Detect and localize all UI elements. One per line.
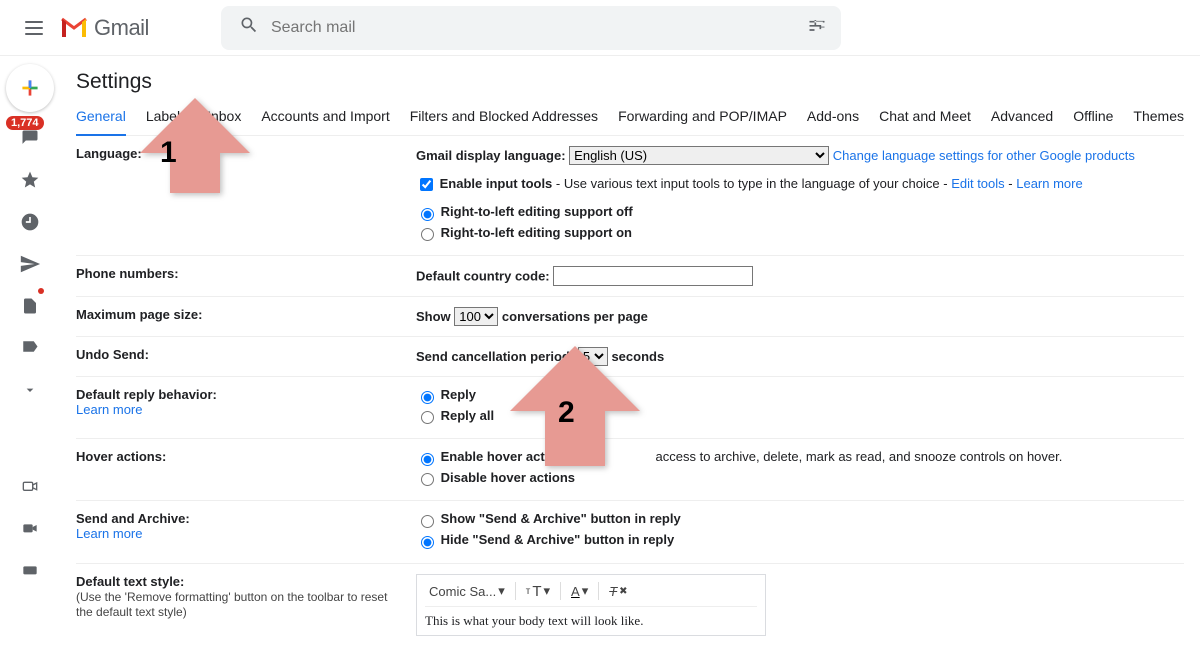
- tab-chat-and-meet[interactable]: Chat and Meet: [879, 108, 971, 135]
- hamburger-icon: [25, 21, 43, 35]
- reply-learn-more-link[interactable]: Learn more: [76, 402, 142, 417]
- search-options-icon[interactable]: [807, 15, 827, 40]
- max-page-show: Show: [416, 309, 451, 324]
- undo-lead: Send cancellation period:: [416, 349, 574, 364]
- max-page-label: Maximum page size:: [76, 307, 416, 326]
- caret-down-icon: ▾: [498, 583, 505, 599]
- undo-period-select[interactable]: 5: [578, 347, 608, 366]
- rtl-on-label: Right-to-left editing support on: [441, 225, 632, 240]
- sidebar-more-icon[interactable]: [10, 374, 50, 406]
- hover-opt2: Disable hover actions: [441, 470, 575, 485]
- sidebar-keyboard-icon[interactable]: [10, 555, 50, 587]
- tab-advanced[interactable]: Advanced: [991, 108, 1053, 135]
- send-archive-label: Send and Archive:: [76, 511, 190, 526]
- search-bar[interactable]: [221, 6, 841, 50]
- rtl-on-radio[interactable]: [421, 228, 434, 241]
- change-language-link[interactable]: Change language settings for other Googl…: [833, 148, 1135, 163]
- input-tools-learn-more-link[interactable]: Learn more: [1016, 176, 1082, 191]
- tab-accounts-and-import[interactable]: Accounts and Import: [261, 108, 389, 135]
- reply-label: Default reply behavior:: [76, 387, 217, 402]
- tab-filters-and-blocked-addresses[interactable]: Filters and Blocked Addresses: [410, 108, 598, 135]
- hover-label: Hover actions:: [76, 449, 416, 490]
- hover-opt1-tail: access to archive, delete, mark as read,…: [656, 449, 1063, 464]
- search-icon: [239, 15, 259, 40]
- gmail-logo-text: Gmail: [94, 15, 149, 41]
- gmail-logo-icon: [60, 17, 88, 39]
- show-send-archive-radio[interactable]: [421, 515, 434, 528]
- plus-icon: [17, 75, 43, 101]
- sidebar-meet-icon[interactable]: [10, 471, 50, 503]
- main-menu-button[interactable]: [12, 6, 56, 50]
- font-name-text: Comic Sa...: [429, 584, 496, 599]
- enable-input-tools-checkbox[interactable]: [420, 178, 433, 191]
- gmail-logo[interactable]: Gmail: [60, 15, 149, 41]
- display-language-select[interactable]: English (US): [569, 146, 829, 165]
- send-archive-learn-more-link[interactable]: Learn more: [76, 526, 142, 541]
- tab-labels[interactable]: Labels: [146, 108, 187, 135]
- drafts-dot-icon: [38, 288, 44, 294]
- undo-label: Undo Send:: [76, 347, 416, 366]
- page-title: Settings: [76, 70, 1184, 94]
- sidebar-snoozed-icon[interactable]: [10, 206, 50, 238]
- enable-input-tools-desc: - Use various text input tools to type i…: [552, 176, 951, 191]
- settings-tabs: General Labels Inbox Accounts and Import Fil…: [76, 108, 1184, 136]
- tab-themes[interactable]: Themes: [1133, 108, 1184, 135]
- font-family-dropdown[interactable]: Comic Sa... ▾: [425, 581, 509, 601]
- sa-opt1: Show "Send & Archive" button in reply: [441, 511, 681, 526]
- undo-tail: seconds: [611, 349, 664, 364]
- edit-tools-link[interactable]: Edit tools: [951, 176, 1004, 191]
- rtl-off-label: Right-to-left editing support off: [441, 204, 633, 219]
- compose-button[interactable]: [6, 64, 54, 112]
- enable-hover-radio[interactable]: [421, 453, 434, 466]
- hover-opt1-lead: Enable hover acti: [441, 449, 549, 464]
- tab-inbox[interactable]: Inbox: [207, 108, 241, 135]
- sidebar-label-icon[interactable]: [10, 332, 50, 364]
- max-page-tail: conversations per page: [502, 309, 648, 324]
- rtl-off-radio[interactable]: [421, 208, 434, 221]
- font-size-dropdown[interactable]: тT ▾: [522, 581, 554, 602]
- sidebar-meet-new-icon[interactable]: [10, 513, 50, 545]
- caret-down-icon: ▾: [582, 583, 589, 599]
- remove-format-icon: T: [609, 584, 617, 599]
- sidebar: 1,774: [0, 56, 60, 595]
- language-label: Language:: [76, 146, 416, 245]
- reply-radio[interactable]: [421, 391, 434, 404]
- search-input[interactable]: [269, 18, 807, 38]
- sidebar-starred-icon[interactable]: [10, 164, 50, 196]
- dash-sep: -: [1005, 176, 1017, 191]
- sidebar-sent-icon[interactable]: [10, 248, 50, 280]
- page-size-select[interactable]: 100: [454, 307, 498, 326]
- hide-send-archive-radio[interactable]: [421, 536, 434, 549]
- sa-opt2: Hide "Send & Archive" button in reply: [441, 532, 675, 547]
- reply-opt2: Reply all: [441, 408, 494, 423]
- remove-formatting-button[interactable]: T✖: [605, 582, 631, 601]
- phone-label: Phone numbers:: [76, 266, 416, 286]
- text-style-label: Default text style:: [76, 574, 184, 589]
- tab-general[interactable]: General: [76, 108, 126, 136]
- disable-hover-radio[interactable]: [421, 473, 434, 486]
- reply-all-radio[interactable]: [421, 411, 434, 424]
- display-language-label: Gmail display language:: [416, 148, 566, 163]
- sidebar-drafts-icon[interactable]: [10, 290, 50, 322]
- tab-forwarding-and-pop-imap[interactable]: Forwarding and POP/IMAP: [618, 108, 787, 135]
- tab-add-ons[interactable]: Add-ons: [807, 108, 859, 135]
- inbox-badge: 1,774: [6, 116, 44, 130]
- caret-down-icon: ▾: [543, 583, 550, 599]
- text-color-icon: A: [571, 584, 580, 599]
- default-cc-label: Default country code:: [416, 269, 550, 284]
- reply-opt1: Reply: [441, 387, 476, 402]
- enable-input-tools-label: Enable input tools: [440, 176, 553, 191]
- text-size-big-icon: T: [532, 583, 541, 600]
- text-style-box: Comic Sa... ▾ тT ▾ A ▾ T✖ This is what y…: [416, 574, 766, 636]
- sample-text: This is what your body text will look li…: [425, 613, 757, 629]
- tab-offline[interactable]: Offline: [1073, 108, 1113, 135]
- text-color-dropdown[interactable]: A ▾: [567, 581, 592, 601]
- text-style-sub: (Use the 'Remove formatting' button on t…: [76, 590, 387, 619]
- default-cc-input[interactable]: [553, 266, 753, 286]
